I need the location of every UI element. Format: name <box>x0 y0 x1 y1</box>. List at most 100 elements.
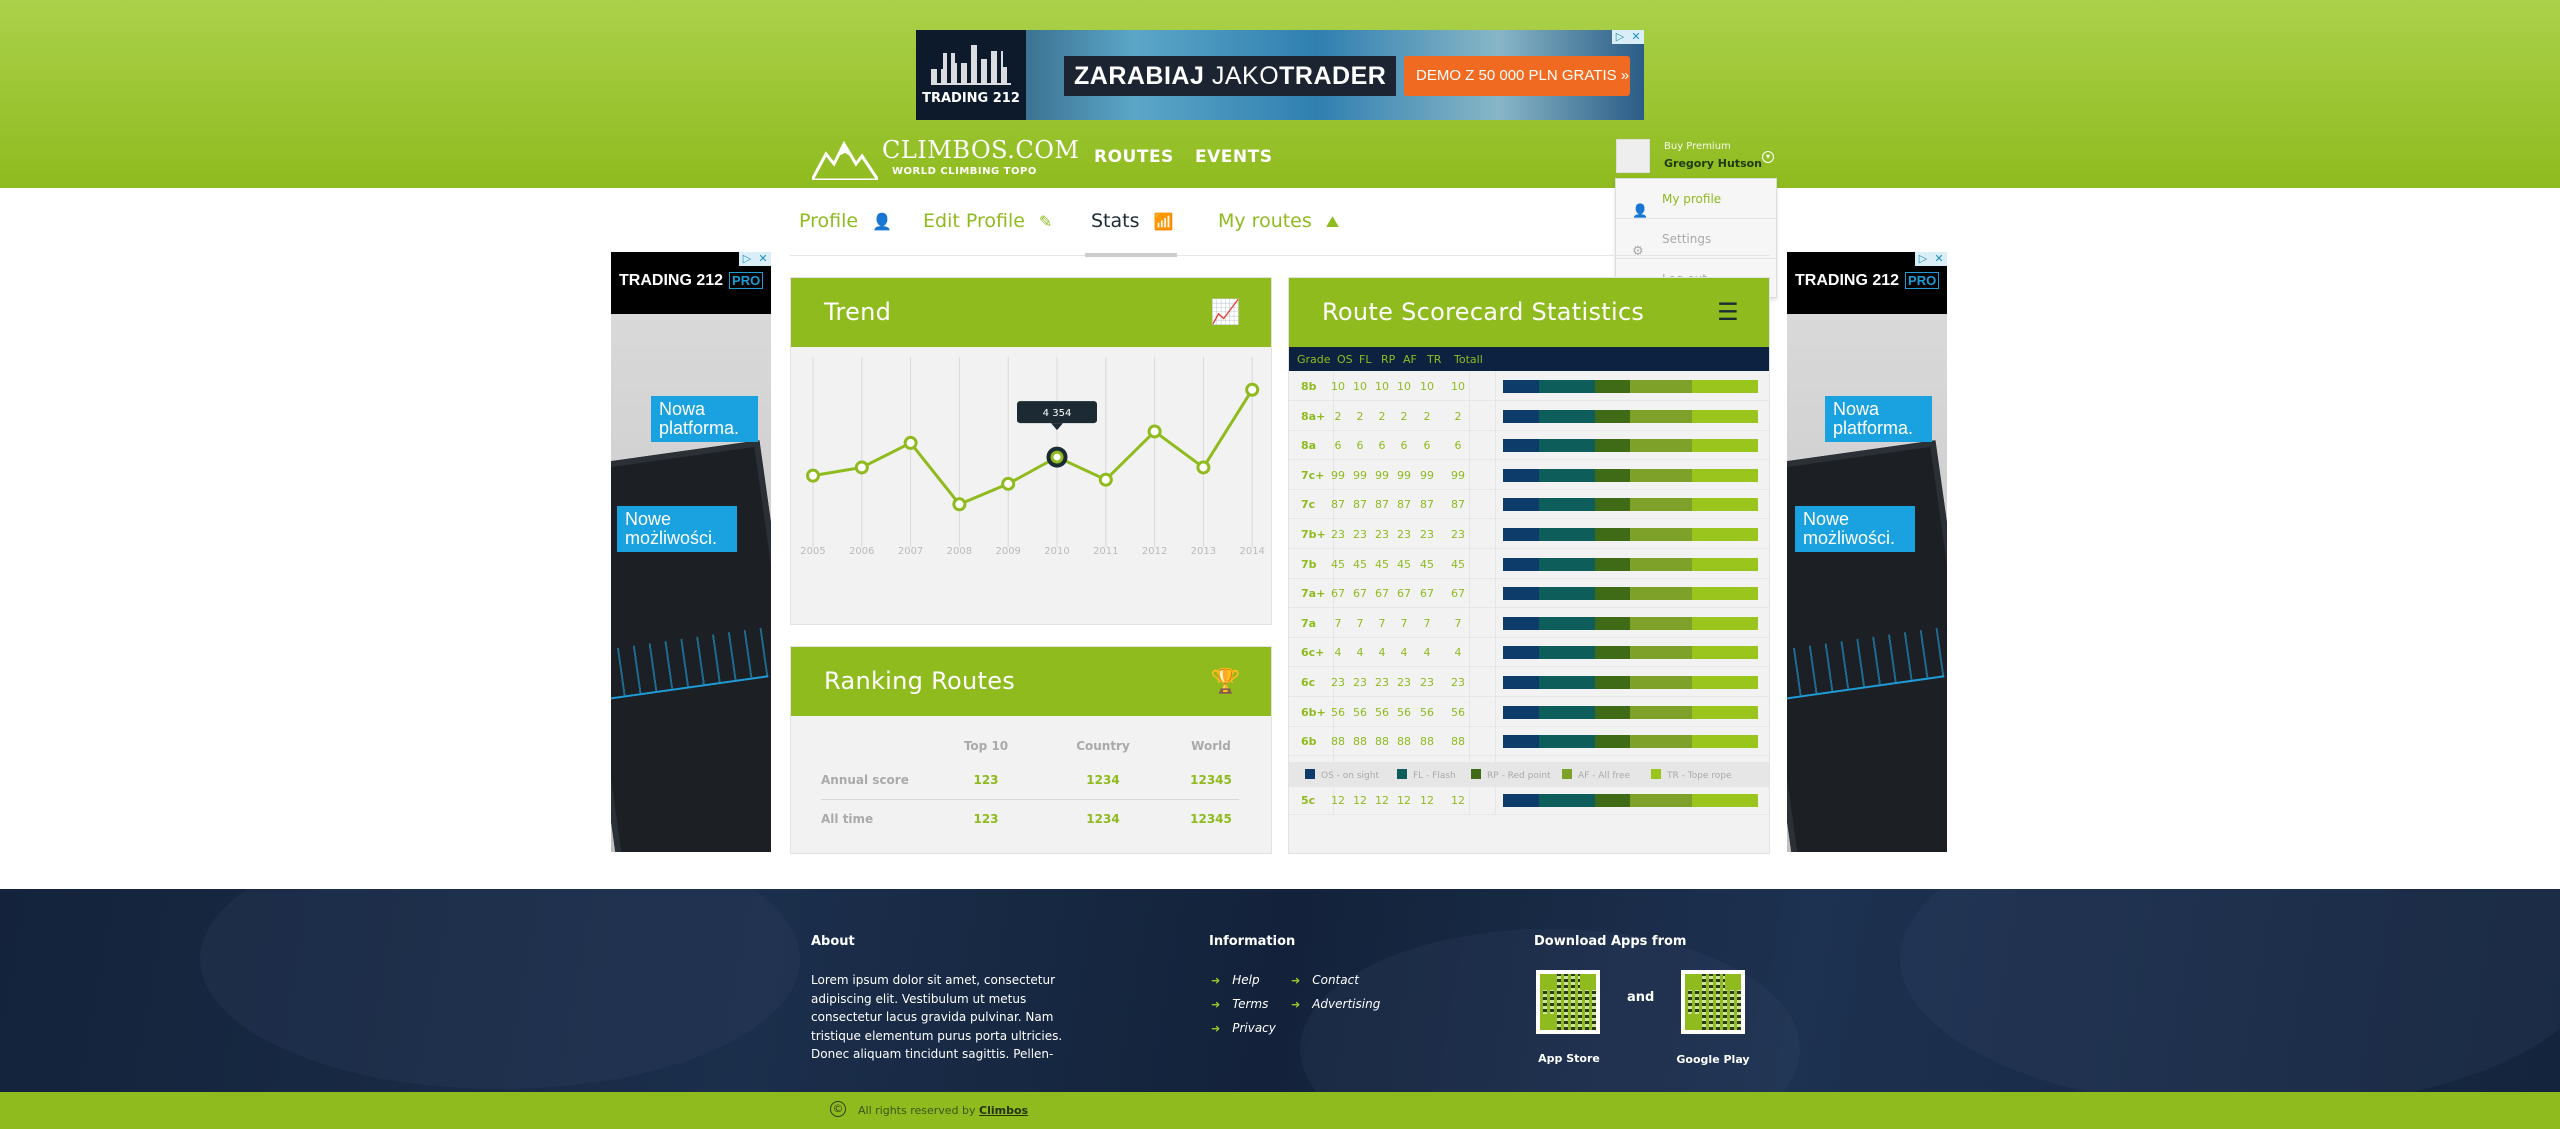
top-banner-ad[interactable]: TRADING 212 ZARABIAJ JAKOTRADER DEMO Z 5… <box>916 30 1644 120</box>
table-cell: 2 <box>1400 409 1408 423</box>
data-point[interactable] <box>806 468 820 483</box>
data-point[interactable] <box>1196 460 1211 475</box>
bar-segment <box>1691 439 1758 453</box>
bar-segment <box>1538 468 1595 482</box>
ad-info-icon[interactable]: ▷ <box>739 252 755 266</box>
footer-link-help[interactable]: Help <box>1211 973 1259 987</box>
table-cell: 99 <box>1353 468 1367 482</box>
data-point[interactable] <box>952 497 967 512</box>
ad-close-icon[interactable]: ✕ <box>1931 252 1947 266</box>
bar-segment <box>1594 557 1631 571</box>
table-cell: 99 <box>1331 468 1345 482</box>
bar-segment <box>1691 705 1758 719</box>
bar-segment <box>1503 676 1539 689</box>
buy-premium-link[interactable]: Buy Premium <box>1664 141 1731 152</box>
nav-routes[interactable]: ROUTES <box>1094 147 1174 167</box>
table-cell: 67 <box>1353 587 1367 601</box>
right-side-ad[interactable]: TRADING 212 PRO Nowa platforma. Nowe możl… <box>1787 252 1947 852</box>
line-chart-icon: 📈 <box>1210 298 1241 326</box>
table-row: 7c 87 87 87 87 87 87 <box>1289 489 1769 520</box>
tablet-image <box>1787 440 1947 852</box>
side-ad-bubble-1: Nowa platforma. <box>1825 396 1932 442</box>
table-row: 6c 23 23 23 23 23 23 <box>1289 667 1769 697</box>
legend-item: FL - Flash <box>1397 769 1456 781</box>
dropdown-settings[interactable]: ⚙ Settings <box>1616 219 1776 259</box>
ranking-value: 12345 <box>1190 812 1232 826</box>
app-store-qr-code[interactable] <box>1536 970 1600 1034</box>
side-ad-bubble-1: Nowa platforma. <box>651 396 758 442</box>
table-row: 6c+ 4 4 4 4 4 4 <box>1289 637 1769 668</box>
table-cell: 56 <box>1451 705 1465 719</box>
data-point[interactable] <box>1147 424 1162 439</box>
climbos-link[interactable]: Climbos <box>979 1104 1028 1117</box>
ranking-row-label: All time <box>821 812 874 826</box>
table-cell: 56 <box>1353 705 1367 719</box>
table-cell: 4 <box>1423 646 1431 660</box>
bar-segment <box>1630 646 1692 660</box>
tab-my-routes[interactable]: My routes ⛰ <box>1218 210 1339 232</box>
stacked-bar <box>1503 557 1758 571</box>
table-cell: 6 <box>1423 439 1431 453</box>
column-divider <box>1469 519 1470 549</box>
tab-stats[interactable]: Stats 📶 <box>1091 210 1173 232</box>
table-cell: 56 <box>1397 705 1411 719</box>
bar-segment <box>1594 705 1631 719</box>
ad-info-icon[interactable]: ▷ <box>1612 30 1628 44</box>
data-point[interactable] <box>854 460 869 475</box>
data-point[interactable] <box>1001 476 1016 491</box>
footer-link-privacy[interactable]: Privacy <box>1211 1021 1276 1035</box>
ad-close-icon[interactable]: ✕ <box>755 252 771 266</box>
data-point[interactable] <box>1245 382 1260 397</box>
ad-info-icon[interactable]: ▷ <box>1915 252 1931 266</box>
footer-link-contact[interactable]: Contact <box>1291 973 1359 987</box>
data-point[interactable] <box>903 435 918 450</box>
nav-events[interactable]: EVENTS <box>1195 147 1272 167</box>
grade-label: 5c <box>1301 794 1316 808</box>
trophy-icon: 🏆 <box>1210 667 1241 695</box>
app-store-label[interactable]: App Store <box>1524 1052 1614 1065</box>
tab-profile[interactable]: Profile 👤 <box>799 210 892 232</box>
bar-segment <box>1503 557 1539 571</box>
bar-segment <box>1630 380 1692 393</box>
tab-edit-profile[interactable]: Edit Profile ✎ <box>923 210 1052 232</box>
ad-close-icon[interactable]: ✕ <box>1628 30 1644 44</box>
left-side-ad[interactable]: TRADING 212 PRO Nowa platforma. Nowe możl… <box>611 252 771 852</box>
table-cell: 56 <box>1331 705 1345 719</box>
ad-cta-button[interactable]: DEMO Z 50 000 PLN GRATIS » <box>1404 56 1630 96</box>
google-play-label[interactable]: Google Play <box>1668 1053 1758 1066</box>
table-row: 8b 10 10 10 10 10 10 <box>1289 371 1769 401</box>
logo-tagline: WORLD CLIMBING TOPO <box>892 166 1037 177</box>
table-cell: 10 <box>1397 380 1411 393</box>
table-cell: 4 <box>1356 646 1364 660</box>
bar-segment <box>1503 705 1539 719</box>
footer-link-terms[interactable]: Terms <box>1211 997 1268 1011</box>
scorecard-table-header: Grade OS FL RP AF TR Totall <box>1289 347 1769 371</box>
grade-label: 6b+ <box>1301 705 1326 719</box>
column-divider <box>1469 430 1470 461</box>
ranking-value: 123 <box>973 773 999 787</box>
data-point[interactable] <box>1098 472 1113 487</box>
table-cell: 10 <box>1331 380 1345 393</box>
table-cell: 7 <box>1400 616 1408 630</box>
user-menu[interactable]: Buy Premium Gregory Hutson ▾ <box>1616 137 1774 177</box>
bar-segment <box>1538 439 1595 453</box>
table-cell: 23 <box>1375 528 1389 541</box>
stacked-bar <box>1503 676 1758 689</box>
table-cell: 67 <box>1451 587 1465 601</box>
site-logo[interactable]: CLIMBOS.COM WORLD CLIMBING TOPO <box>812 136 1079 182</box>
bar-segment <box>1503 498 1539 512</box>
footer-link-advertising[interactable]: Advertising <box>1291 997 1380 1011</box>
column-divider <box>1469 459 1470 490</box>
table-cell: 10 <box>1353 380 1367 393</box>
google-play-qr-code[interactable] <box>1681 970 1745 1034</box>
column-divider <box>1495 785 1496 816</box>
bar-segment <box>1538 735 1595 749</box>
stacked-bar <box>1503 409 1758 423</box>
table-cell: 10 <box>1375 380 1389 393</box>
chevron-down-icon[interactable]: ▾ <box>1762 151 1774 163</box>
table-cell: 6 <box>1334 439 1342 453</box>
tooltip-pointer <box>1051 423 1063 431</box>
grade-label: 7a+ <box>1301 587 1326 601</box>
dropdown-my-profile[interactable]: 👤 My profile <box>1616 179 1776 219</box>
column-divider <box>1495 667 1496 697</box>
